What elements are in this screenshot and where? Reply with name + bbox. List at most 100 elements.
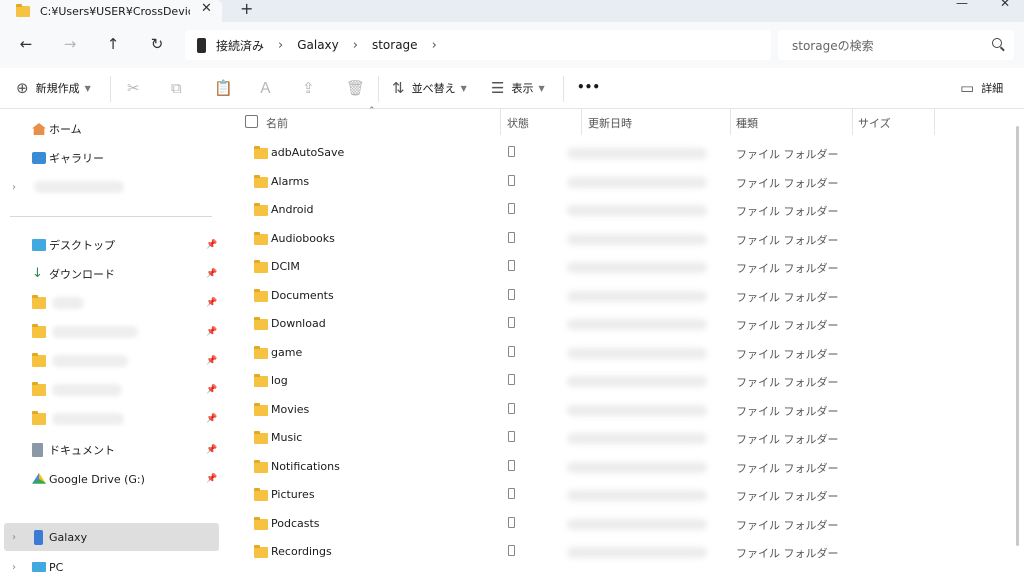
minimize-button[interactable]: — (956, 0, 968, 10)
breadcrumb-connected[interactable]: 接続済み (216, 37, 264, 54)
column-header-type[interactable]: 種類 (736, 115, 758, 131)
table-row[interactable]: Download ファイル フォルダー (222, 310, 1002, 338)
share-button[interactable]: ⇪ (302, 80, 322, 96)
table-row[interactable]: Alarms ファイル フォルダー (222, 168, 1002, 196)
sidebar-item-redacted[interactable]: › (0, 173, 222, 201)
navigation-bar: ← → ↑ ↻ 接続済み › Galaxy › storage › storag… (0, 22, 1024, 68)
pin-icon[interactable]: 📌 (206, 327, 217, 337)
file-name: Notifications (271, 460, 340, 473)
table-row[interactable]: Documents ファイル フォルダー (222, 282, 1002, 310)
table-row[interactable]: DCIM ファイル フォルダー (222, 253, 1002, 281)
table-row[interactable]: Android ファイル フォルダー (222, 196, 1002, 224)
tab-current[interactable]: C:¥Users¥USER¥CrossDevice¥G ✕ (0, 0, 222, 22)
sidebar-item-gallery[interactable]: ギャラリー (0, 144, 222, 172)
sidebar-item-documents[interactable]: ドキュメント 📌 (0, 436, 222, 464)
sidebar-item-folder[interactable]: 📌 (0, 289, 222, 317)
column-header-modified[interactable]: 更新日時 (588, 115, 632, 131)
breadcrumb-storage[interactable]: storage (372, 38, 418, 52)
column-divider[interactable] (852, 109, 853, 135)
breadcrumb-galaxy[interactable]: Galaxy (297, 38, 339, 52)
file-type: ファイル フォルダー (736, 433, 839, 446)
pin-icon[interactable]: 📌 (206, 240, 217, 250)
sidebar-item-folder[interactable]: 📌 (0, 376, 222, 404)
chevron-down-icon: ▼ (460, 83, 467, 93)
table-row[interactable]: Recordings ファイル フォルダー (222, 538, 1002, 566)
pin-icon[interactable]: 📌 (206, 474, 217, 484)
sidebar-item-google-drive[interactable]: Google Drive (G:) 📌 (0, 465, 222, 493)
new-button[interactable]: ⊕ 新規作成 ▼ (16, 80, 91, 96)
pin-icon[interactable]: 📌 (206, 385, 217, 395)
copy-button[interactable]: ⧉ (171, 80, 189, 96)
pin-icon[interactable]: 📌 (206, 298, 217, 308)
chevron-right-icon[interactable]: › (12, 182, 16, 193)
sidebar-item-folder[interactable]: 📌 (0, 347, 222, 375)
table-row[interactable]: Music ファイル フォルダー (222, 424, 1002, 452)
search-input[interactable]: storageの検索 (778, 30, 1014, 60)
view-button[interactable]: ☰ 表示 ▼ (491, 80, 545, 96)
redacted-label (52, 326, 138, 338)
details-pane-icon: ▭ (960, 79, 975, 97)
more-options-button[interactable]: ••• (577, 80, 600, 94)
file-type: ファイル フォルダー (736, 490, 839, 503)
chevron-right-icon[interactable]: › (12, 562, 16, 573)
view-icon: ☰ (491, 79, 505, 97)
up-button[interactable]: ↑ (104, 35, 122, 53)
chevron-right-icon[interactable]: › (353, 38, 358, 53)
vertical-scrollbar[interactable] (1016, 126, 1019, 546)
redacted-date (567, 490, 707, 501)
pin-icon[interactable]: 📌 (206, 414, 217, 424)
table-row[interactable]: log ファイル フォルダー (222, 367, 1002, 395)
column-header-size[interactable]: サイズ (858, 115, 891, 131)
select-all-checkbox[interactable] (245, 115, 258, 128)
chevron-right-icon[interactable]: › (432, 38, 437, 53)
pin-icon[interactable]: 📌 (206, 269, 217, 279)
column-divider[interactable] (934, 109, 935, 135)
google-drive-icon (32, 473, 46, 484)
sidebar-item-label: ホーム (49, 123, 82, 136)
back-button[interactable]: ← (17, 35, 35, 53)
folder-icon (254, 260, 268, 273)
chevron-right-icon[interactable]: › (278, 38, 283, 53)
column-header-name[interactable]: 名前 (266, 115, 288, 131)
file-name: Movies (271, 403, 310, 416)
sidebar-item-galaxy[interactable]: › Galaxy (4, 523, 219, 551)
table-row[interactable]: Audiobooks ファイル フォルダー (222, 225, 1002, 253)
paste-button[interactable]: 📋 (214, 80, 240, 96)
new-tab-button[interactable]: + (240, 0, 253, 18)
pin-icon[interactable]: 📌 (206, 356, 217, 366)
table-row[interactable]: Podcasts ファイル フォルダー (222, 510, 1002, 538)
gallery-icon (32, 152, 46, 164)
sidebar-item-folder[interactable]: 📌 (0, 405, 222, 433)
table-row[interactable]: adbAutoSave ファイル フォルダー (222, 139, 1002, 167)
table-row[interactable]: Pictures ファイル フォルダー (222, 481, 1002, 509)
column-header-status[interactable]: 状態 (507, 115, 529, 131)
forward-button[interactable]: → (61, 35, 79, 53)
table-row[interactable]: Notifications ファイル フォルダー (222, 453, 1002, 481)
cut-button[interactable]: ✂ (127, 80, 147, 96)
sidebar-item-label: Google Drive (G:) (49, 472, 145, 486)
sidebar-item-pc[interactable]: › PC (0, 553, 222, 576)
document-icon (32, 443, 43, 457)
address-bar[interactable]: 接続済み › Galaxy › storage › (185, 30, 771, 60)
refresh-button[interactable]: ↻ (148, 35, 166, 53)
sidebar-item-home[interactable]: ホーム (0, 115, 222, 143)
chevron-right-icon[interactable]: › (12, 532, 16, 543)
sidebar-item-desktop[interactable]: デスクトップ 📌 (0, 231, 222, 259)
file-type: ファイル フォルダー (736, 547, 839, 560)
rename-button[interactable]: Ａ (258, 80, 280, 96)
column-divider[interactable] (581, 109, 582, 135)
pin-icon[interactable]: 📌 (206, 445, 217, 455)
details-button[interactable]: ▭ 詳細 (960, 80, 1003, 96)
table-row[interactable]: Movies ファイル フォルダー (222, 396, 1002, 424)
sidebar-item-downloads[interactable]: ↓ ダウンロード 📌 (0, 260, 222, 288)
redacted-date (567, 462, 707, 473)
column-divider[interactable] (730, 109, 731, 135)
close-window-button[interactable]: ✕ (1000, 0, 1010, 10)
delete-button[interactable]: 🗑 (346, 80, 372, 96)
column-divider[interactable] (500, 109, 501, 135)
sidebar-item-folder[interactable]: 📌 (0, 318, 222, 346)
table-row[interactable]: game ファイル フォルダー (222, 339, 1002, 367)
scissors-icon: ✂ (127, 79, 140, 97)
sort-button[interactable]: ⇅ 並べ替え ▼ (392, 80, 467, 96)
tab-close-button[interactable]: ✕ (201, 1, 212, 16)
